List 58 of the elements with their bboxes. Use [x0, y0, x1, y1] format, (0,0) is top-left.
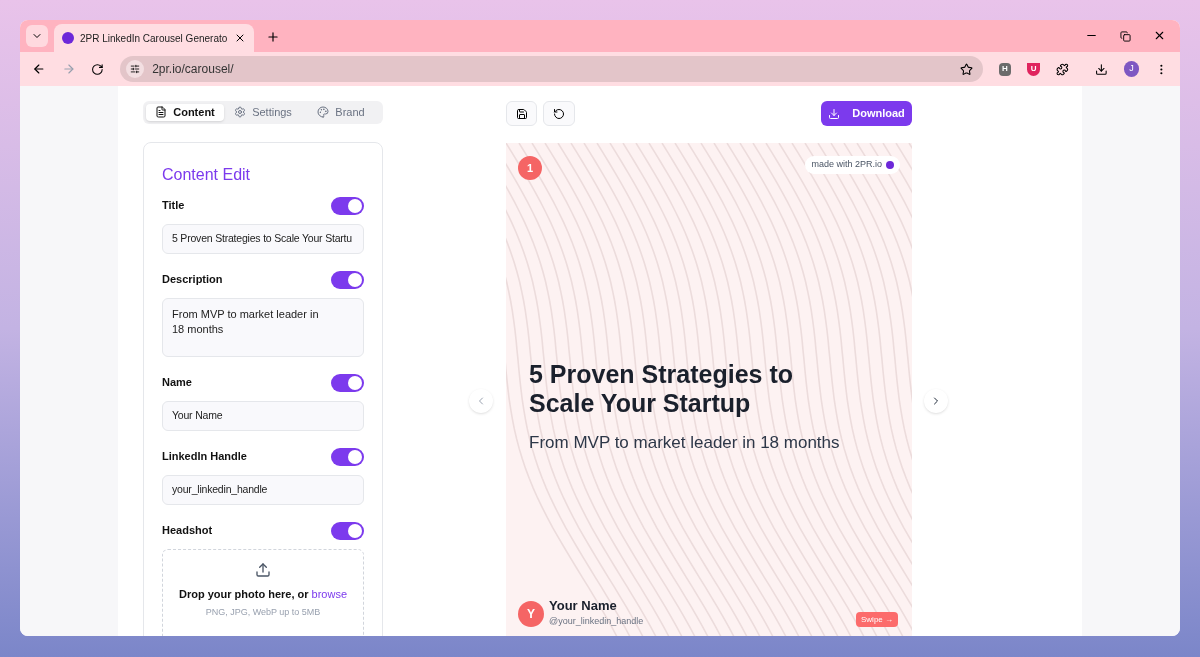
field-label: Description — [162, 272, 223, 288]
back-icon[interactable] — [32, 62, 46, 76]
editor-tab[interactable]: Settings — [224, 104, 302, 121]
card-heading: Content Edit — [162, 164, 252, 185]
download-icon — [828, 107, 841, 120]
reset-icon — [553, 107, 565, 120]
field-label: LinkedIn Handle — [162, 449, 247, 465]
url-text: 2pr.io/carousel/ — [152, 61, 235, 78]
downloads-icon[interactable] — [1094, 62, 1108, 76]
drop-instructions: Drop your photo here, or — [179, 586, 309, 602]
toggle-switch[interactable] — [331, 196, 364, 215]
close-window-icon[interactable] — [1153, 29, 1166, 42]
author-name: Your Name — [549, 596, 618, 615]
extensions-icon[interactable] — [1056, 62, 1069, 76]
made-with-badge: made with 2PR.io — [805, 156, 900, 174]
photo-drop-zone[interactable]: Drop your photo here, or browse PNG, JPG, WebP up to 5MB — [162, 548, 364, 636]
site-logo-icon — [62, 32, 74, 44]
editor-tab[interactable]: Content — [146, 104, 224, 121]
browser-tab[interactable]: 2PR LinkedIn Carousel Generato — [54, 24, 254, 52]
text-field[interactable]: your_linkedin_handle — [162, 474, 364, 505]
file-hint: PNG, JPG, WebP up to 5MB — [205, 606, 321, 619]
text-field[interactable]: 5 Proven Strategies to Scale Your Startu — [162, 223, 364, 254]
field-label: Title — [162, 198, 185, 214]
profile-avatar[interactable]: J — [1123, 61, 1140, 77]
toggle-switch[interactable] — [331, 447, 364, 466]
close-tab-icon[interactable] — [234, 32, 246, 44]
save-icon — [515, 107, 528, 120]
field-label: Name — [162, 375, 192, 391]
toggle-switch[interactable] — [331, 373, 364, 392]
reload-icon[interactable] — [91, 62, 105, 76]
tab-list-button[interactable] — [26, 25, 48, 47]
gear-icon — [234, 106, 247, 119]
text-area[interactable]: From MVP to market leader in 18 months — [162, 297, 364, 357]
text-field[interactable]: Your Name — [162, 400, 364, 431]
restore-icon[interactable] — [1120, 31, 1131, 42]
editor-tab[interactable]: Brand — [302, 104, 380, 121]
swipe-badge: Swipe → — [856, 612, 898, 627]
upload-icon — [255, 561, 271, 578]
author-handle: @your_linkedin_handle — [549, 615, 644, 627]
slide-title: 5 Proven Strategies to Scale Your Startup — [529, 360, 794, 418]
browse-link[interactable]: browse — [311, 585, 347, 602]
document-icon — [155, 106, 168, 119]
toggle-switch[interactable] — [331, 270, 364, 289]
site-info-icon[interactable] — [130, 64, 141, 74]
address-bar[interactable]: 2pr.io/carousel/ — [120, 56, 983, 82]
logo-icon — [886, 161, 894, 169]
slide-subtitle: From MVP to market leader in 18 months — [529, 432, 841, 454]
bookmark-icon[interactable] — [959, 62, 973, 76]
extension-icon[interactable]: U — [1027, 62, 1041, 76]
reset-button[interactable] — [543, 101, 575, 126]
new-tab-icon[interactable] — [266, 30, 280, 44]
download-button[interactable]: Download — [821, 101, 912, 126]
extension-icon[interactable]: H — [998, 62, 1012, 76]
save-button[interactable] — [506, 101, 537, 126]
tab-title: 2PR LinkedIn Carousel Generato — [80, 31, 228, 46]
palette-icon — [317, 106, 330, 119]
field-label: Headshot — [162, 523, 213, 539]
toggle-switch[interactable] — [331, 521, 364, 540]
